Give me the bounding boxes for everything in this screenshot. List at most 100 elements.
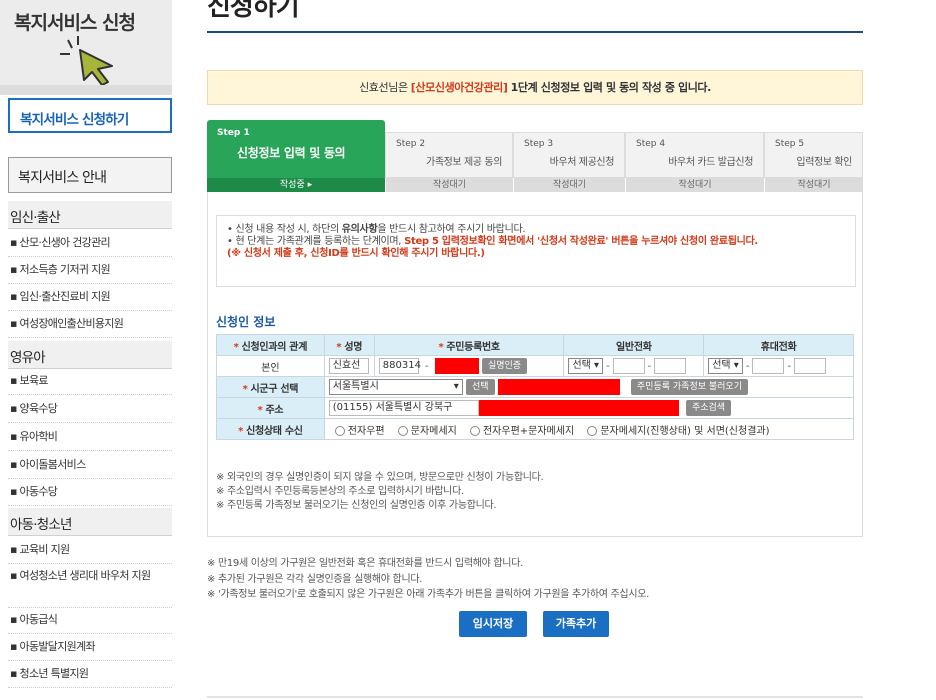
header-phone: 일반전화 (563, 334, 705, 356)
step-state: 작성중 ▸ (207, 178, 385, 192)
sidebar-category-label: 임신·출산 (10, 210, 61, 226)
sidebar: 복지서비스 신청 복지서비스 신청하기 복지서비스 안내 임신·출산 ▪ 산모·… (0, 0, 172, 700)
step-state: 작성대기 (514, 178, 625, 192)
step-label: 신청정보 입력 및 동의 (237, 146, 346, 160)
header-name: * 성명 (323, 334, 375, 356)
radio-sms-paper[interactable] (587, 425, 598, 436)
address-field[interactable]: (01155) 서울특별시 강북구 (328, 400, 479, 416)
step-number: Step 4 (636, 139, 666, 149)
sidebar-subitem[interactable]: ▪ 산모·신생아 건강관리 (8, 235, 172, 257)
address-detail-field[interactable] (478, 400, 679, 416)
receive-cell: 전자우편 문자메세지 전자우편+문자메세지 문자메세지(진행상태) 및 서면(신… (323, 418, 855, 440)
form-header-row: * 신청인과의 관계 * 성명 * 주민등록번호 일반전화 휴대전화 (216, 334, 854, 356)
address-cell: (01155) 서울특별시 강북구 주소검색 (323, 397, 855, 419)
step-number: Step 3 (524, 139, 554, 149)
mobile-end-field[interactable] (794, 358, 827, 374)
phone-end-field[interactable] (654, 358, 687, 374)
sidebar-subitem[interactable]: ▪ 아동발달지원계좌 (8, 639, 172, 661)
sigungu-cell: 서울특별시 ▾ 선택 주민등록 가족정보 불러오기 (323, 376, 855, 398)
load-family-button[interactable]: 주민등록 가족정보 불러오기 (630, 379, 748, 395)
form-row-address: * 주소 (01155) 서울특별시 강북구 주소검색 (216, 397, 855, 419)
sidebar-subitem[interactable]: ▪ 아이돌봄서비스 (8, 457, 172, 479)
rrn-separator: - (424, 361, 429, 372)
page-note: ※ 만19세 이상의 가구원은 일반전화 혹은 휴대전화를 반드시 입력해야 합… (207, 558, 523, 569)
sigungu-value: 서울특별시 (332, 381, 379, 392)
step-number: Step 1 (217, 128, 250, 138)
radio-email-sms[interactable] (469, 425, 480, 436)
sidebar-subitem[interactable]: ▪ 여성청소년 생리대 바우처 지원 (8, 568, 172, 608)
step-label: 입력정보 확인 (796, 157, 852, 168)
header-text: 일반전화 (616, 341, 652, 353)
sidebar-category-youth[interactable]: 아동·청소년 (8, 508, 172, 536)
form-row-receive: * 신청상태 수신 전자우편 문자메세지 전자우편+문자메세지 문자메세지(진행상… (216, 418, 855, 440)
verify-button[interactable]: 실명인증 (481, 358, 528, 374)
mobile-prefix-select[interactable]: 선택 ▾ (708, 358, 743, 374)
form-note: ※ 외국인의 경우 실명인증이 되지 않을 수 있으며, 방문으로만 신청이 가… (216, 472, 544, 483)
step-number: Step 2 (396, 139, 426, 149)
radio-sms[interactable] (397, 425, 408, 436)
address-search-button[interactable]: 주소검색 (685, 400, 732, 416)
title-divider (207, 31, 863, 33)
guide-box: • 신청 내용 작성 시, 하단의 유의사항을 반드시 참고하여 주시기 바랍니… (216, 215, 856, 287)
applicant-section-title: 신청인 정보 (216, 315, 276, 329)
sidebar-subitem[interactable]: ▪ 저소득층 기저귀 지원 (8, 262, 172, 284)
mobile-mid-field[interactable] (752, 358, 785, 374)
name-field[interactable]: 신효선 (328, 358, 369, 374)
step-number: Step 5 (775, 139, 805, 149)
sidebar-subitem[interactable]: ▪ 보육료 (8, 373, 172, 395)
radio-label: 문자메세지 (410, 425, 457, 437)
step-5: Step 5 입력정보 확인 (764, 132, 863, 178)
step-1: Step 1 신청정보 입력 및 동의 (207, 120, 385, 178)
radio-label: 문자메세지(진행상태) 및 서면(신청결과) (600, 425, 770, 437)
sidebar-subitem[interactable]: ▪ 아동수당 (8, 484, 172, 506)
step-2: Step 2 가족정보 제공 동의 (385, 132, 513, 178)
form-row-sigungu: * 시군구 선택 서울특별시 ▾ 선택 주민등록 가족정보 불러오기 (216, 376, 855, 398)
rrn-front-field[interactable]: 880314 (378, 358, 421, 374)
sidebar-subitem[interactable]: ▪ 양육수당 (8, 401, 172, 423)
step-4: Step 4 바우처 카드 발급신청 (625, 132, 764, 178)
phone-mid-field[interactable] (612, 358, 645, 374)
step-state: 작성대기 (626, 178, 764, 192)
sidebar-category-infant[interactable]: 영유아 (8, 341, 172, 369)
radio-label: 전자우편 (347, 425, 385, 437)
applicant-form: * 신청인과의 관계 * 성명 * 주민등록번호 일반전화 휴대전화 본인 신효선 8… (216, 334, 855, 440)
sidebar-section-guide[interactable]: 복지서비스 안내 (8, 157, 172, 193)
guide-line: • 신청 내용 작성 시, 하단의 유의사항을 반드시 참고하여 주시기 바랍니… (227, 224, 845, 236)
step-3: Step 3 바우처 제공신청 (513, 132, 625, 178)
header-rrn: * 주민등록번호 (373, 334, 565, 356)
guide-emphasis: 유의사항 (341, 224, 378, 235)
sidebar-subitem[interactable]: ▪ 교육비 지원 (8, 542, 172, 564)
sigungu-detail-field[interactable] (497, 379, 620, 395)
sidebar-subitem[interactable]: ▪ 유아학비 (8, 429, 172, 451)
guide-line: • 현 단계는 가족관계를 등록하는 단계이며, Step 5 입력정보확인 화… (227, 236, 845, 248)
temp-save-button[interactable]: 임시저장 (459, 611, 527, 637)
step-state: 작성대기 (386, 178, 513, 192)
receive-label-cell: * 신청상태 수신 (216, 418, 325, 440)
sidebar-item-label: 복지서비스 신청하기 (20, 112, 129, 128)
sidebar-category-pregnancy[interactable]: 임신·출산 (8, 201, 172, 229)
header-mobile: 휴대전화 (703, 334, 854, 356)
radio-email[interactable] (334, 425, 345, 436)
sidebar-subitem[interactable]: ▪ 임신·출산진료비 지원 (8, 289, 172, 311)
sidebar-subitem[interactable]: ▪ 아동급식 (8, 612, 172, 634)
rrn-cell: 880314 - 실명인증 (373, 355, 565, 377)
sidebar-item-apply[interactable]: 복지서비스 신청하기 (8, 98, 172, 133)
bottom-divider (207, 696, 863, 698)
address-label-cell: * 주소 (216, 397, 325, 419)
sidebar-subitem[interactable]: ▪ 청소년 특별지원 (8, 666, 172, 688)
sidebar-subitem[interactable]: ▪ 여성장애인출산비용지원 (8, 316, 172, 338)
chevron-down-icon: ▾ (453, 381, 459, 392)
step-label: 바우처 제공신청 (549, 157, 615, 168)
guide-text: 을 반드시 참고하여 주시기 바랍니다. (377, 224, 526, 235)
sigungu-select[interactable]: 서울특별시 ▾ (328, 379, 463, 395)
sigungu-select-button[interactable]: 선택 (465, 379, 495, 395)
form-note: ※ 주민등록 가족정보 불러오기는 신청인의 실명인증 이후 가능합니다. (216, 500, 497, 511)
phone-area-select[interactable]: 선택 ▾ (568, 358, 604, 374)
rrn-back-field[interactable] (434, 358, 479, 374)
sidebar-header-shadow (0, 85, 172, 95)
status-notice: 신효선님은 [산모신생아건강관리] 1단계 신청정보 입력 및 동의 작성 중 … (207, 70, 863, 105)
add-family-button[interactable]: 가족추가 (543, 611, 609, 637)
sidebar-category-label: 영유아 (10, 350, 46, 366)
sigungu-label-cell: * 시군구 선택 (216, 376, 325, 398)
guide-emphasis: Step 5 입력정보확인 화면에서 '신청서 작성완료' 버튼을 누르셔야 신… (404, 236, 758, 247)
